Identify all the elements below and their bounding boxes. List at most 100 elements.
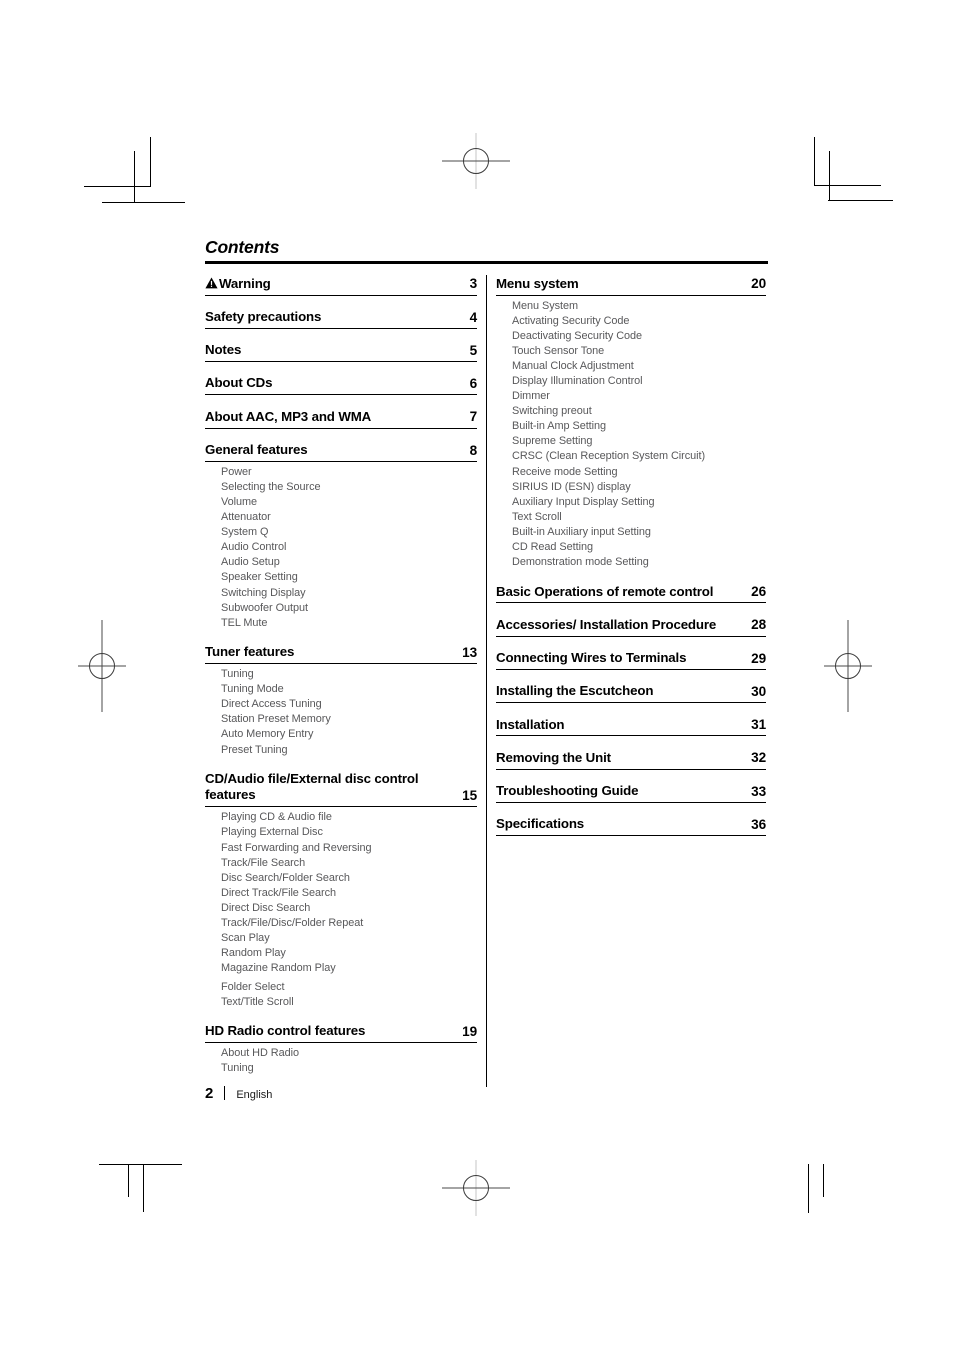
chapter-subitem[interactable]: Switching Display: [221, 586, 477, 601]
chapter-page-number: 13: [462, 644, 477, 660]
chapter-subitem[interactable]: Disc Search/Folder Search: [221, 871, 477, 886]
crop-mark-top-right-trim-h: [828, 200, 893, 201]
chapter-subitem[interactable]: Display Illumination Control: [512, 374, 766, 389]
chapter-subitem[interactable]: Station Preset Memory: [221, 712, 477, 727]
chapter-row: Connecting Wires to Terminals 29: [496, 650, 766, 667]
chapter-subitem[interactable]: Random Play: [221, 946, 477, 961]
chapter-subitem[interactable]: Playing CD & Audio file: [221, 810, 477, 825]
contents-entry: Tuner features 13 Tuning Tuning Mode Direct …: [205, 644, 477, 758]
chapter-subitem[interactable]: Selecting the Source: [221, 480, 477, 495]
chapter-subitem-list: Tuning Tuning Mode Direct Access Tuning Sta…: [205, 667, 477, 758]
contents-chapter-about-aac-mp3-wma[interactable]: About AAC, MP3 and WMA 7: [205, 408, 477, 429]
chapter-subitem[interactable]: Tuning Mode: [221, 682, 477, 697]
chapter-subitem[interactable]: Receive mode Setting: [512, 465, 766, 480]
contents-chapter-removing-the-unit[interactable]: Removing the Unit 32: [496, 749, 766, 770]
chapter-subitem[interactable]: Folder Select: [221, 980, 477, 995]
contents-chapter-hd-radio-control-features[interactable]: HD Radio control features 19: [205, 1023, 477, 1044]
chapter-subitem[interactable]: Audio Setup: [221, 555, 477, 570]
contents-chapter-warning[interactable]: Warning 3: [205, 275, 477, 296]
chapter-subitem[interactable]: Direct Track/File Search: [221, 886, 477, 901]
contents-chapter-accessories-installation-procedure[interactable]: Accessories/ Installation Procedure 28: [496, 616, 766, 637]
chapter-subitem[interactable]: CD Read Setting: [512, 540, 766, 555]
chapter-title: Removing the Unit: [496, 749, 611, 765]
chapter-subitem[interactable]: CRSC (Clean Reception System Circuit): [512, 449, 766, 464]
chapter-subitem[interactable]: Fast Forwarding and Reversing: [221, 841, 477, 856]
chapter-row: General features 8: [205, 442, 477, 459]
chapter-subitem[interactable]: Power: [221, 465, 477, 480]
chapter-subitem[interactable]: Touch Sensor Tone: [512, 344, 766, 359]
chapter-subitem[interactable]: Tuning: [221, 1061, 477, 1076]
chapter-subitem[interactable]: TEL Mute: [221, 616, 477, 631]
chapter-row: Warning 3: [205, 275, 477, 292]
contents-chapter-menu-system[interactable]: Menu system 20: [496, 275, 766, 296]
chapter-subitem[interactable]: Built-in Amp Setting: [512, 419, 766, 434]
chapter-subitem[interactable]: SIRIUS ID (ESN) display: [512, 480, 766, 495]
contents-chapter-specifications[interactable]: Specifications 36: [496, 816, 766, 837]
chapter-subitem[interactable]: Speaker Setting: [221, 570, 477, 585]
chapter-subitem[interactable]: Menu System: [512, 299, 766, 314]
chapter-subitem[interactable]: Auto Memory Entry: [221, 727, 477, 742]
contents-chapter-tuner-features[interactable]: Tuner features 13: [205, 644, 477, 665]
chapter-row: About AAC, MP3 and WMA 7: [205, 408, 477, 425]
contents-chapter-installing-the-escutcheon[interactable]: Installing the Escutcheon 30: [496, 683, 766, 704]
chapter-title: Troubleshooting Guide: [496, 783, 639, 799]
chapter-row: Removing the Unit 32: [496, 749, 766, 766]
chapter-row: Basic Operations of remote control 26: [496, 583, 766, 600]
contents-entry: Connecting Wires to Terminals 29: [496, 650, 766, 670]
contents-entry: Installation 31: [496, 716, 766, 737]
chapter-subitem[interactable]: Scan Play: [221, 931, 477, 946]
contents-chapter-safety-precautions[interactable]: Safety precautions 4: [205, 309, 477, 329]
chapter-subitem[interactable]: Attenuator: [221, 510, 477, 525]
chapter-subitem[interactable]: About HD Radio: [221, 1046, 477, 1061]
contents-chapter-general-features[interactable]: General features 8: [205, 442, 477, 462]
chapter-subitem[interactable]: System Q: [221, 525, 477, 540]
chapter-subitem[interactable]: Manual Clock Adjustment: [512, 359, 766, 374]
contents-chapter-connecting-wires-to-terminals[interactable]: Connecting Wires to Terminals 29: [496, 650, 766, 670]
contents-chapter-troubleshooting-guide[interactable]: Troubleshooting Guide 33: [496, 783, 766, 803]
chapter-subitem[interactable]: Dimmer: [512, 389, 766, 404]
chapter-subitem[interactable]: Deactivating Security Code: [512, 329, 766, 344]
registration-mark-circle: [463, 148, 489, 174]
contents-chapter-notes[interactable]: Notes 5: [205, 342, 477, 362]
chapter-subitem[interactable]: Tuning: [221, 667, 477, 682]
chapter-subitem[interactable]: Text/Title Scroll: [221, 995, 477, 1010]
registration-mark-circle: [463, 1175, 489, 1201]
chapter-title: About AAC, MP3 and WMA: [205, 408, 372, 424]
contents-chapter-cd-audio-file-external-disc-control-features[interactable]: CD/Audio file/External disc control feat…: [205, 771, 477, 808]
contents-page: Contents Warning 3 Safety precautions 4 Note…: [205, 237, 768, 1087]
chapter-subitem[interactable]: Supreme Setting: [512, 434, 766, 449]
contents-entry: HD Radio control features 19 About HD Radi…: [205, 1023, 477, 1076]
chapter-page-number: 36: [751, 816, 766, 832]
chapter-subitem[interactable]: Activating Security Code: [512, 314, 766, 329]
chapter-subitem[interactable]: Auxiliary Input Display Setting: [512, 495, 766, 510]
contents-entry: General features 8 Power Selecting the Sour…: [205, 442, 477, 631]
chapter-subitem[interactable]: Direct Access Tuning: [221, 697, 477, 712]
chapter-title: Menu system: [496, 275, 579, 291]
chapter-row: Installing the Escutcheon 30: [496, 683, 766, 700]
contents-chapter-basic-operations-of-remote-control[interactable]: Basic Operations of remote control 26: [496, 583, 766, 604]
contents-entry: Installing the Escutcheon 30: [496, 683, 766, 704]
chapter-subitem[interactable]: Playing External Disc: [221, 825, 477, 840]
chapter-subitem[interactable]: Audio Control: [221, 540, 477, 555]
chapter-subitem[interactable]: Direct Disc Search: [221, 901, 477, 916]
chapter-subitem[interactable]: Preset Tuning: [221, 743, 477, 758]
contents-chapter-installation[interactable]: Installation 31: [496, 716, 766, 737]
crop-mark-top-left-bleed-v: [134, 151, 135, 202]
contents-chapter-about-cds[interactable]: About CDs 6: [205, 375, 477, 396]
chapter-title: General features: [205, 441, 308, 457]
chapter-subitem[interactable]: Demonstration mode Setting: [512, 555, 766, 570]
chapter-subitem[interactable]: Text Scroll: [512, 510, 766, 525]
chapter-page-number: 29: [751, 650, 766, 666]
chapter-subitem[interactable]: Track/File Search: [221, 856, 477, 871]
chapter-subitem[interactable]: Track/File/Disc/Folder Repeat: [221, 916, 477, 931]
chapter-subitem[interactable]: Subwoofer Output: [221, 601, 477, 616]
chapter-subitem[interactable]: Switching preout: [512, 404, 766, 419]
chapter-subitem[interactable]: Volume: [221, 495, 477, 510]
crop-mark-bottom-left-bleed-h: [99, 1164, 182, 1165]
chapter-title: HD Radio control features: [205, 1023, 366, 1039]
chapter-page-number: 26: [751, 584, 766, 600]
chapter-subitem[interactable]: Magazine Random Play: [221, 961, 477, 976]
chapter-subitem[interactable]: Built-in Auxiliary input Setting: [512, 525, 766, 540]
crop-mark-top-right-trim-v: [829, 151, 830, 201]
chapter-title: Installation: [496, 716, 565, 732]
